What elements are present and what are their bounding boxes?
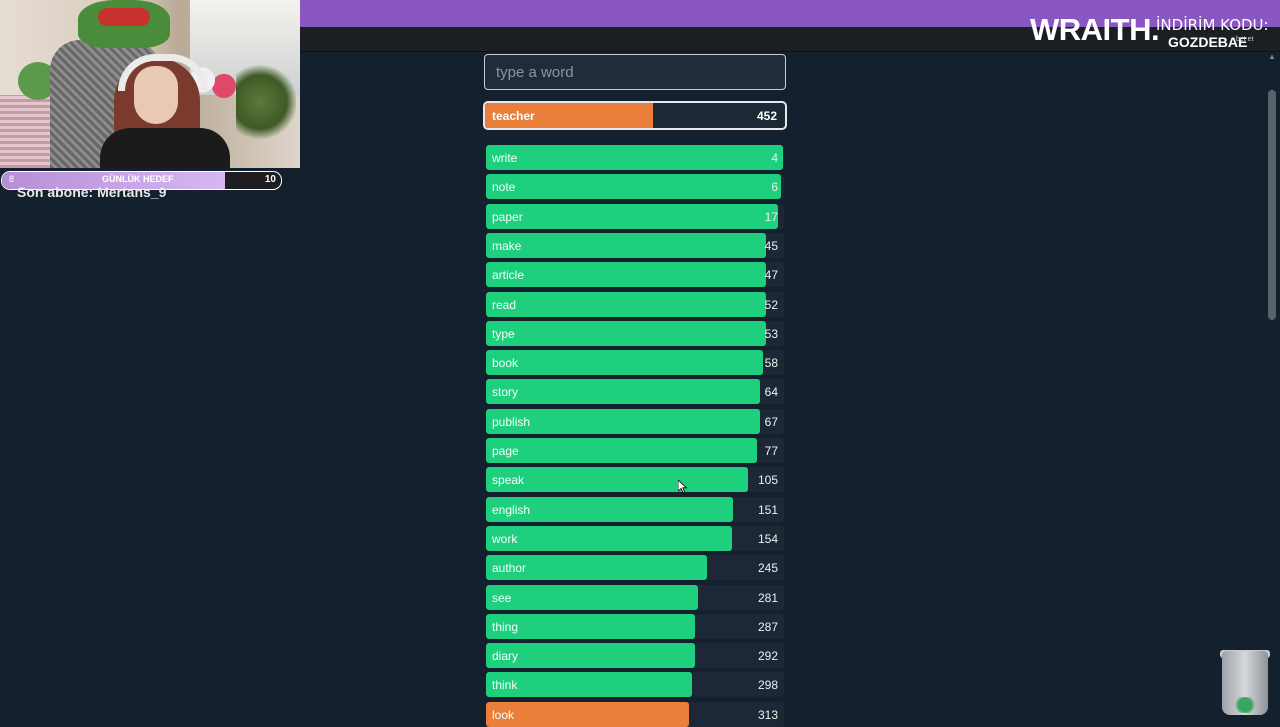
- guess-list-item: look 313: [486, 702, 784, 727]
- guess-rank: 64: [764, 385, 778, 399]
- guess-word: read: [492, 298, 517, 312]
- guess-rank: 105: [757, 473, 778, 487]
- guess-rank: 6: [771, 180, 778, 194]
- guess-rank: 52: [764, 298, 778, 312]
- daily-goal-target: 10: [264, 174, 276, 185]
- guess-list-item: author 245: [486, 555, 784, 580]
- similarity-bar-fill: [486, 702, 689, 727]
- guess-rank: 292: [757, 649, 778, 663]
- webcam-streamer-shirt: [100, 128, 230, 168]
- current-guess-rank: 452: [756, 109, 777, 123]
- promo-label: İNDİRİM KODU:: [1156, 16, 1269, 34]
- guess-list-item: read 52: [486, 292, 784, 317]
- guess-word: see: [492, 591, 512, 605]
- guess-list-item: think 298: [486, 672, 784, 697]
- guess-word: work: [492, 532, 518, 546]
- guess-list-item: thing 287: [486, 614, 784, 639]
- daily-goal-label: GÜNLÜK HEDEF: [102, 174, 174, 184]
- guess-word: english: [492, 503, 531, 517]
- guess-list-item: paper 17: [486, 204, 784, 229]
- guess-word: note: [492, 180, 516, 194]
- similarity-bar-fill: [486, 350, 764, 375]
- similarity-bar-fill: [486, 321, 767, 346]
- cursor-arrow-icon: [678, 480, 688, 494]
- current-guess-word: teacher: [492, 109, 535, 123]
- guess-list-item: speak 105: [486, 467, 784, 492]
- guess-word: paper: [492, 210, 523, 224]
- guess-list-item: see 281: [486, 585, 784, 610]
- guess-word: author: [492, 561, 527, 575]
- guess-rank: 17: [764, 210, 778, 224]
- guess-word: type: [492, 327, 515, 341]
- guess-word: thing: [492, 620, 519, 634]
- scrollbar-thumb[interactable]: [1268, 90, 1276, 320]
- similarity-bar-fill: [486, 526, 732, 551]
- guess-word: page: [492, 444, 519, 458]
- guess-word: write: [492, 151, 518, 165]
- similarity-bar-fill: [486, 438, 758, 463]
- daily-goal-current: 8: [9, 174, 15, 184]
- similarity-bar-fill: [486, 233, 767, 258]
- guess-rank: 58: [764, 356, 778, 370]
- guess-list-item: note 6: [486, 174, 784, 199]
- webcam-plant: [236, 62, 296, 142]
- guess-rank: 154: [757, 532, 778, 546]
- guess-word: book: [492, 356, 519, 370]
- guess-list-item: book 58: [486, 350, 784, 375]
- guess-rank: 67: [764, 415, 778, 429]
- guess-rank: 298: [757, 678, 778, 692]
- similarity-bar-fill: [486, 204, 779, 229]
- similarity-bar-fill: [486, 174, 782, 199]
- guess-word: publish: [492, 415, 531, 429]
- guess-word: make: [492, 239, 522, 253]
- guess-word: diary: [492, 649, 519, 663]
- guess-list-item: publish 67: [486, 409, 784, 434]
- guess-list-item: story 64: [486, 379, 784, 404]
- overlay-small-text: bet et: [1236, 36, 1254, 43]
- guess-rank: 151: [757, 503, 778, 517]
- current-guess-row: teacher 452: [483, 101, 787, 130]
- guess-rank: 47: [764, 268, 778, 282]
- guess-rank: 53: [764, 327, 778, 341]
- guess-word: speak: [492, 473, 525, 487]
- recycle-bin-decoration: [1230, 697, 1260, 713]
- similarity-bar-fill: [486, 585, 698, 610]
- guess-word: think: [492, 678, 518, 692]
- similarity-bar-fill: [486, 262, 767, 287]
- guess-list-item: type 53: [486, 321, 784, 346]
- guess-list-item: make 45: [486, 233, 784, 258]
- guess-word: story: [492, 385, 519, 399]
- similarity-bar-fill: [486, 467, 749, 492]
- guess-list-item: work 154: [486, 526, 784, 551]
- guess-rank: 77: [764, 444, 778, 458]
- last-subscriber-text: Son abone: Mertans_9: [17, 184, 167, 200]
- guess-rank: 245: [757, 561, 778, 575]
- guess-list-item: diary 292: [486, 643, 784, 668]
- similarity-bar-fill: [486, 379, 761, 404]
- page-scrollbar[interactable]: ▲: [1268, 52, 1276, 712]
- guess-list-item: write 4: [486, 145, 784, 170]
- webcam-goggles: [98, 8, 150, 26]
- word-guess-input[interactable]: [484, 54, 786, 90]
- guess-rank: 287: [757, 620, 778, 634]
- webcam-overlay: [0, 0, 300, 168]
- guess-word: article: [492, 268, 525, 282]
- guess-list-item: page 77: [486, 438, 784, 463]
- sponsor-brand-logo: WRAITH.: [1030, 12, 1160, 47]
- guess-list-item: english 151: [486, 497, 784, 522]
- similarity-bar-fill: [486, 292, 767, 317]
- scroll-up-icon[interactable]: ▲: [1268, 52, 1276, 62]
- guess-list-item: article 47: [486, 262, 784, 287]
- guess-rank: 281: [757, 591, 778, 605]
- guess-rank: 45: [764, 239, 778, 253]
- guess-rank: 4: [771, 151, 778, 165]
- similarity-bar-fill: [486, 145, 783, 170]
